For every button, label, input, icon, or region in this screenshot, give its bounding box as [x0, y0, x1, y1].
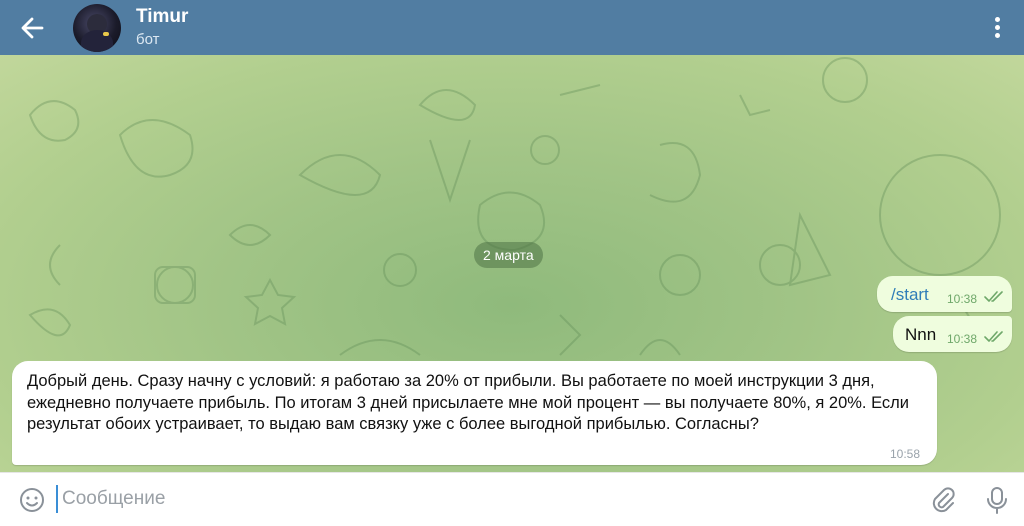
microphone-icon — [987, 487, 1007, 514]
date-separator: 2 марта — [474, 242, 543, 268]
double-check-icon — [984, 291, 1003, 302]
emoji-button[interactable] — [18, 486, 46, 514]
chat-subtitle: бот — [136, 31, 160, 48]
message-text: Nnn — [905, 325, 937, 344]
message-composer — [0, 472, 1024, 526]
avatar[interactable] — [73, 4, 121, 52]
message-bubble-outgoing[interactable]: /start 10:38 — [877, 276, 1012, 312]
message-time: 10:38 — [947, 292, 978, 306]
arrow-left-icon — [21, 17, 44, 39]
message-text[interactable]: /start — [891, 285, 929, 305]
message-bubble-incoming[interactable]: Добрый день. Сразу начну с условий: я ра… — [12, 361, 937, 465]
double-check-icon — [984, 331, 1003, 342]
chat-title[interactable]: Timur — [136, 6, 188, 28]
smile-icon — [20, 488, 44, 512]
more-menu-button[interactable] — [985, 14, 1009, 42]
message-bubble-outgoing[interactable]: Nnn 10:38 — [893, 316, 1012, 352]
paperclip-icon — [932, 487, 955, 513]
attach-button[interactable] — [928, 485, 958, 515]
chat-area[interactable]: 2 марта /start 10:38 Nnn 10:38 Добрый де… — [0, 55, 1024, 472]
voice-button[interactable] — [984, 485, 1010, 515]
chat-header: Timur бот — [0, 0, 1024, 55]
message-time: 10:58 — [890, 447, 921, 461]
message-time: 10:38 — [947, 332, 978, 346]
message-text: Добрый день. Сразу начну с условий: я ра… — [27, 372, 910, 433]
more-vertical-icon — [985, 17, 1009, 38]
message-input[interactable] — [56, 485, 902, 513]
back-button[interactable] — [14, 12, 50, 44]
